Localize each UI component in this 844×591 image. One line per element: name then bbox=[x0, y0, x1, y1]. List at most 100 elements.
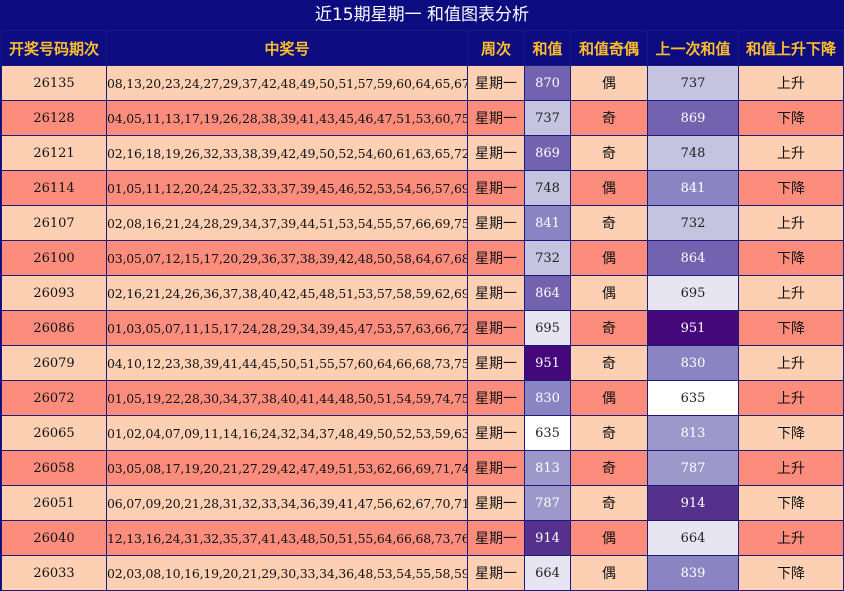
parity-cell: 奇 bbox=[570, 450, 648, 486]
winning-numbers-cell: 03,05,07,12,15,17,20,29,36,37,38,39,42,4… bbox=[106, 240, 468, 276]
period-cell: 26072 bbox=[1, 380, 107, 416]
parity-cell: 奇 bbox=[570, 415, 648, 451]
prev-sum-cell: 664 bbox=[647, 520, 739, 556]
winning-numbers-cell: 02,03,08,10,16,19,20,21,29,30,33,34,36,4… bbox=[106, 555, 468, 591]
trend-cell: 上升 bbox=[738, 275, 844, 311]
weekday-cell: 星期一 bbox=[467, 485, 525, 521]
parity-cell: 偶 bbox=[570, 275, 648, 311]
sum-cell: 951 bbox=[524, 345, 571, 381]
trend-cell: 上升 bbox=[738, 520, 844, 556]
parity-cell: 偶 bbox=[570, 65, 648, 101]
parity-cell: 奇 bbox=[570, 135, 648, 171]
parity-cell: 偶 bbox=[570, 520, 648, 556]
page-title: 近15期星期一 和值图表分析 bbox=[314, 5, 530, 25]
parity-cell: 偶 bbox=[570, 380, 648, 416]
parity-cell: 奇 bbox=[570, 345, 648, 381]
parity-cell: 奇 bbox=[570, 485, 648, 521]
header-trend: 和值上升下降 bbox=[738, 30, 844, 66]
sum-cell: 787 bbox=[524, 485, 571, 521]
trend-cell: 下降 bbox=[738, 415, 844, 451]
table-row: 26093 02,16,21,24,26,36,37,38,40,42,45,48… bbox=[1, 275, 844, 311]
header-period: 开奖号码期次 bbox=[1, 30, 107, 66]
sum-cell: 830 bbox=[524, 380, 571, 416]
table-row: 26040 12,13,16,24,31,32,35,37,41,43,48,50… bbox=[1, 520, 844, 556]
weekday-cell: 星期一 bbox=[467, 415, 525, 451]
table-row: 26100 03,05,07,12,15,17,20,29,36,37,38,39… bbox=[1, 240, 844, 276]
period-cell: 26135 bbox=[1, 65, 107, 101]
sum-cell: 869 bbox=[524, 135, 571, 171]
winning-numbers-cell: 06,07,09,20,21,28,31,32,33,34,36,39,41,4… bbox=[106, 485, 468, 521]
sum-analysis-table: 开奖号码期次 中奖号 周次 和值 和值奇偶 上一次和值 和值上升下降 26135… bbox=[1, 30, 844, 591]
prev-sum-cell: 732 bbox=[647, 205, 739, 241]
parity-cell: 偶 bbox=[570, 240, 648, 276]
header-sum: 和值 bbox=[524, 30, 571, 66]
period-cell: 26121 bbox=[1, 135, 107, 171]
weekday-cell: 星期一 bbox=[467, 135, 525, 171]
period-cell: 26040 bbox=[1, 520, 107, 556]
trend-cell: 上升 bbox=[738, 135, 844, 171]
table-row: 26033 02,03,08,10,16,19,20,21,29,30,33,34… bbox=[1, 555, 844, 591]
table-row: 26107 02,08,16,21,24,28,29,34,37,39,44,51… bbox=[1, 205, 844, 241]
weekday-cell: 星期一 bbox=[467, 555, 525, 591]
weekday-cell: 星期一 bbox=[467, 450, 525, 486]
winning-numbers-cell: 01,03,05,07,11,15,17,24,28,29,34,39,45,4… bbox=[106, 310, 468, 346]
sum-cell: 695 bbox=[524, 310, 571, 346]
table-row: 26086 01,03,05,07,11,15,17,24,28,29,34,39… bbox=[1, 310, 844, 346]
sum-cell: 664 bbox=[524, 555, 571, 591]
sum-cell: 813 bbox=[524, 450, 571, 486]
prev-sum-cell: 914 bbox=[647, 485, 739, 521]
winning-numbers-cell: 04,10,12,23,38,39,41,44,45,50,51,55,57,6… bbox=[106, 345, 468, 381]
prev-sum-cell: 787 bbox=[647, 450, 739, 486]
trend-cell: 下降 bbox=[738, 485, 844, 521]
period-cell: 26058 bbox=[1, 450, 107, 486]
period-cell: 26114 bbox=[1, 170, 107, 206]
header-prev-sum: 上一次和值 bbox=[647, 30, 739, 66]
winning-numbers-cell: 04,05,11,13,17,19,26,28,38,39,41,43,45,4… bbox=[106, 100, 468, 136]
header-row: 开奖号码期次 中奖号 周次 和值 和值奇偶 上一次和值 和值上升下降 bbox=[1, 30, 844, 66]
winning-numbers-cell: 08,13,20,23,24,27,29,37,42,48,49,50,51,5… bbox=[106, 65, 468, 101]
table-row: 26121 02,16,18,19,26,32,33,38,39,42,49,50… bbox=[1, 135, 844, 171]
weekday-cell: 星期一 bbox=[467, 65, 525, 101]
winning-numbers-cell: 02,08,16,21,24,28,29,34,37,39,44,51,53,5… bbox=[106, 205, 468, 241]
trend-cell: 上升 bbox=[738, 205, 844, 241]
prev-sum-cell: 869 bbox=[647, 100, 739, 136]
prev-sum-cell: 748 bbox=[647, 135, 739, 171]
period-cell: 26079 bbox=[1, 345, 107, 381]
table-row: 26058 03,05,08,17,19,20,21,27,29,42,47,49… bbox=[1, 450, 844, 486]
trend-cell: 上升 bbox=[738, 380, 844, 416]
period-cell: 26051 bbox=[1, 485, 107, 521]
sum-cell: 748 bbox=[524, 170, 571, 206]
winning-numbers-cell: 01,05,19,22,28,30,34,37,38,40,41,44,48,5… bbox=[106, 380, 468, 416]
prev-sum-cell: 813 bbox=[647, 415, 739, 451]
parity-cell: 奇 bbox=[570, 205, 648, 241]
parity-cell: 奇 bbox=[570, 100, 648, 136]
period-cell: 26093 bbox=[1, 275, 107, 311]
prev-sum-cell: 841 bbox=[647, 170, 739, 206]
winning-numbers-cell: 12,13,16,24,31,32,35,37,41,43,48,50,51,5… bbox=[106, 520, 468, 556]
table-row: 26114 01,05,11,12,20,24,25,32,33,37,39,45… bbox=[1, 170, 844, 206]
table-row: 26079 04,10,12,23,38,39,41,44,45,50,51,55… bbox=[1, 345, 844, 381]
table-row: 26128 04,05,11,13,17,19,26,28,38,39,41,43… bbox=[1, 100, 844, 136]
trend-cell: 下降 bbox=[738, 100, 844, 136]
sum-cell: 635 bbox=[524, 415, 571, 451]
weekday-cell: 星期一 bbox=[467, 310, 525, 346]
weekday-cell: 星期一 bbox=[467, 205, 525, 241]
header-weekday: 周次 bbox=[467, 30, 525, 66]
weekday-cell: 星期一 bbox=[467, 240, 525, 276]
table-row: 26065 01,02,04,07,09,11,14,16,24,32,34,37… bbox=[1, 415, 844, 451]
sum-cell: 841 bbox=[524, 205, 571, 241]
table-row: 26051 06,07,09,20,21,28,31,32,33,34,36,39… bbox=[1, 485, 844, 521]
header-numbers: 中奖号 bbox=[106, 30, 468, 66]
period-cell: 26107 bbox=[1, 205, 107, 241]
chart-panel: 近15期星期一 和值图表分析 开奖号码期次 中奖号 周次 和值 和值奇偶 上一次… bbox=[0, 0, 844, 591]
trend-cell: 下降 bbox=[738, 170, 844, 206]
weekday-cell: 星期一 bbox=[467, 170, 525, 206]
prev-sum-cell: 695 bbox=[647, 275, 739, 311]
sum-cell: 914 bbox=[524, 520, 571, 556]
period-cell: 26128 bbox=[1, 100, 107, 136]
prev-sum-cell: 839 bbox=[647, 555, 739, 591]
weekday-cell: 星期一 bbox=[467, 520, 525, 556]
weekday-cell: 星期一 bbox=[467, 380, 525, 416]
trend-cell: 下降 bbox=[738, 310, 844, 346]
period-cell: 26086 bbox=[1, 310, 107, 346]
